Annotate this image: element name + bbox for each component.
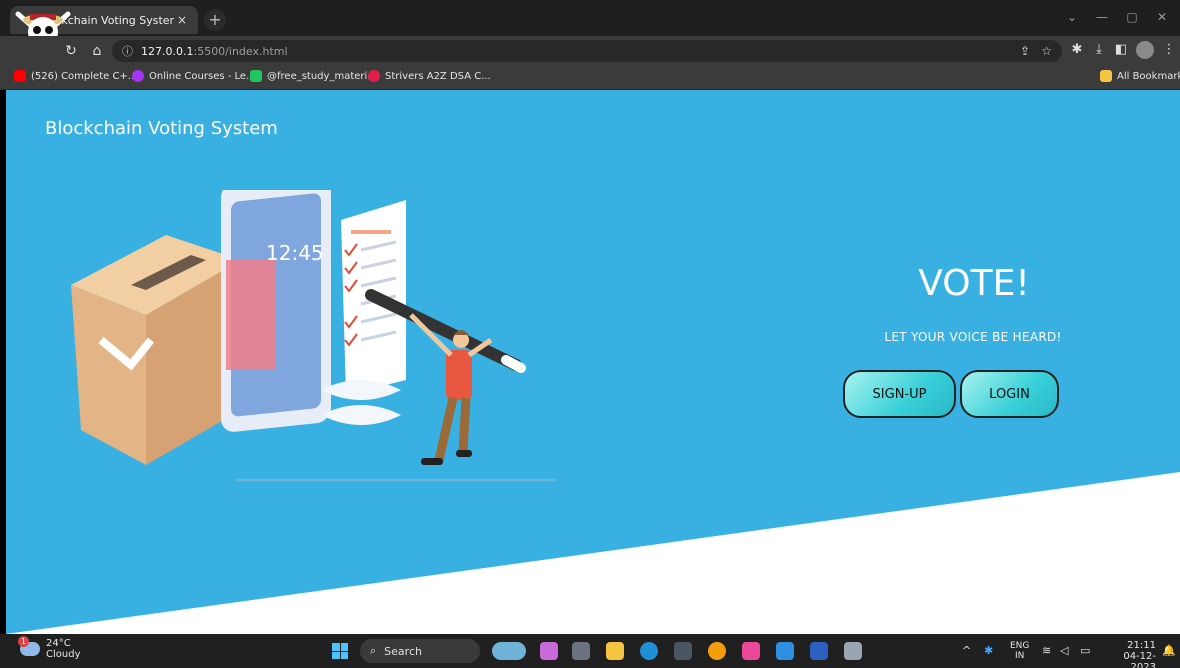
search-label: Search [384, 644, 422, 658]
bookmark-label: Online Courses - Le... [149, 70, 256, 82]
task-view-icon[interactable] [572, 642, 590, 660]
snipping-tool-icon[interactable] [844, 642, 862, 660]
site-info-icon[interactable]: ⓘ [122, 43, 133, 59]
bookmark-label: @free_study_materi... [267, 70, 377, 82]
temperature: 24°C [46, 638, 71, 649]
bluetooth-icon[interactable]: ✱ [984, 644, 993, 657]
leaf-icon [250, 70, 262, 82]
url-host: 127.0.0.1 [141, 44, 194, 58]
new-tab-button[interactable]: + [204, 9, 226, 31]
share-icon[interactable]: ⇪ [1020, 44, 1030, 58]
bookmark-free-study[interactable]: @free_study_materi... [250, 70, 377, 82]
ballot-box-icon [71, 235, 241, 465]
address-bar[interactable]: ⓘ 127.0.0.1 :5500/index.html ⇪ ☆ [112, 40, 1062, 62]
notification-bell-icon[interactable]: 🔔 [1162, 644, 1176, 657]
hero-title: VOTE! [918, 263, 1030, 304]
youtube-icon [14, 70, 26, 82]
widget-icon[interactable] [492, 642, 526, 660]
battery-icon[interactable]: ▭ [1080, 644, 1090, 657]
restore-icon[interactable]: ▢ [1122, 10, 1142, 24]
login-button[interactable]: LOGIN [960, 370, 1059, 418]
hero-subtitle: LET YOUR VOICE BE HEARD! [884, 330, 1062, 344]
udemy-icon [132, 70, 144, 82]
browser-tab-bar: Blockchain Voting System × + ⌄ — ▢ ✕ [0, 0, 1180, 61]
all-bookmarks-label: All Bookmarks [1117, 70, 1180, 82]
windows-start-icon[interactable] [332, 643, 348, 659]
edge-icon[interactable] [640, 642, 658, 660]
all-bookmarks-folder[interactable]: All Bookmarks [1100, 70, 1180, 82]
show-hidden-icons-icon[interactable]: ^ [962, 644, 971, 657]
bookmark-star-icon[interactable]: ☆ [1041, 44, 1052, 58]
home-icon[interactable]: ⌂ [88, 42, 106, 60]
screen: Blockchain Voting System × + ⌄ — ▢ ✕ ↻ ⌂… [0, 0, 1180, 668]
copilot-icon[interactable] [540, 642, 558, 660]
lang-line1: ENG [1010, 641, 1030, 651]
word-icon[interactable] [810, 642, 828, 660]
menu-kebab-icon[interactable]: ⋮ [1160, 42, 1178, 57]
file-explorer-icon[interactable] [606, 642, 624, 660]
web-page: Blockchain Voting System 12:45 VOTE! LET… [6, 90, 1180, 634]
checklist-paper-icon [321, 200, 406, 425]
tab-close-button[interactable]: × [174, 13, 190, 27]
phone-icon: 12:45 [221, 190, 331, 432]
tab-search-chevron-icon[interactable]: ⌄ [1062, 10, 1082, 24]
folder-icon [1100, 70, 1112, 82]
bookmark-label: Strivers A2Z DSA C... [385, 70, 491, 82]
voting-illustration: 12:45 [71, 190, 556, 481]
system-clock[interactable]: 21:11 04-12-2023 [1100, 640, 1156, 668]
download-icon[interactable]: ⤓ [1090, 42, 1108, 57]
taskbar-search[interactable]: ⌕ Search [360, 639, 480, 663]
weather-widget[interactable]: 1 24°C Cloudy [18, 636, 80, 660]
browser-tab[interactable]: Blockchain Voting System × [10, 6, 198, 61]
reload-icon[interactable]: ↻ [62, 42, 80, 60]
browser-toolbar: ↻ ⌂ ⓘ 127.0.0.1 :5500/index.html ⇪ ☆ ✱ ⤓… [0, 36, 1180, 66]
figma-icon[interactable] [742, 642, 760, 660]
signup-button[interactable]: SIGN-UP [843, 370, 956, 418]
url-path: :5500/index.html [193, 44, 288, 58]
clock-date: 04-12-2023 [1123, 651, 1156, 668]
extensions-icon[interactable]: ✱ [1068, 42, 1086, 57]
bookmarks-bar: (526) Complete C+... Online Courses - Le… [0, 66, 1180, 90]
chrome-icon[interactable] [708, 642, 726, 660]
store-icon[interactable] [674, 642, 692, 660]
profile-avatar[interactable] [1136, 41, 1154, 59]
bookmark-youtube[interactable]: (526) Complete C+... [14, 70, 137, 82]
cloud-icon: 1 [18, 636, 40, 656]
weather-badge: 1 [18, 636, 29, 647]
svg-text:12:45: 12:45 [266, 241, 324, 265]
clock-time: 21:11 [1127, 640, 1156, 651]
language-indicator[interactable]: ENG IN [1010, 641, 1029, 661]
site-title: Blockchain Voting System [45, 118, 278, 139]
weather-text: 24°C Cloudy [46, 638, 80, 660]
windows-taskbar: 1 24°C Cloudy ⌕ Search ^ ✱ ENG IN ≋ ◁ ▭ … [0, 634, 1180, 668]
side-panel-icon[interactable]: ◧ [1112, 42, 1130, 57]
close-window-icon[interactable]: ✕ [1152, 10, 1172, 24]
minimize-icon[interactable]: — [1092, 10, 1112, 24]
volume-icon[interactable]: ◁ [1060, 644, 1068, 657]
vscode-icon[interactable] [776, 642, 794, 660]
lang-line2: IN [1015, 651, 1025, 661]
bookmark-label: (526) Complete C+... [31, 70, 138, 82]
weather-condition: Cloudy [46, 649, 81, 660]
striver-icon [368, 70, 380, 82]
wifi-icon[interactable]: ≋ [1042, 644, 1051, 657]
bookmark-strivers[interactable]: Strivers A2Z DSA C... [368, 70, 491, 82]
search-icon: ⌕ [370, 644, 377, 657]
bookmark-udemy[interactable]: Online Courses - Le... [132, 70, 256, 82]
